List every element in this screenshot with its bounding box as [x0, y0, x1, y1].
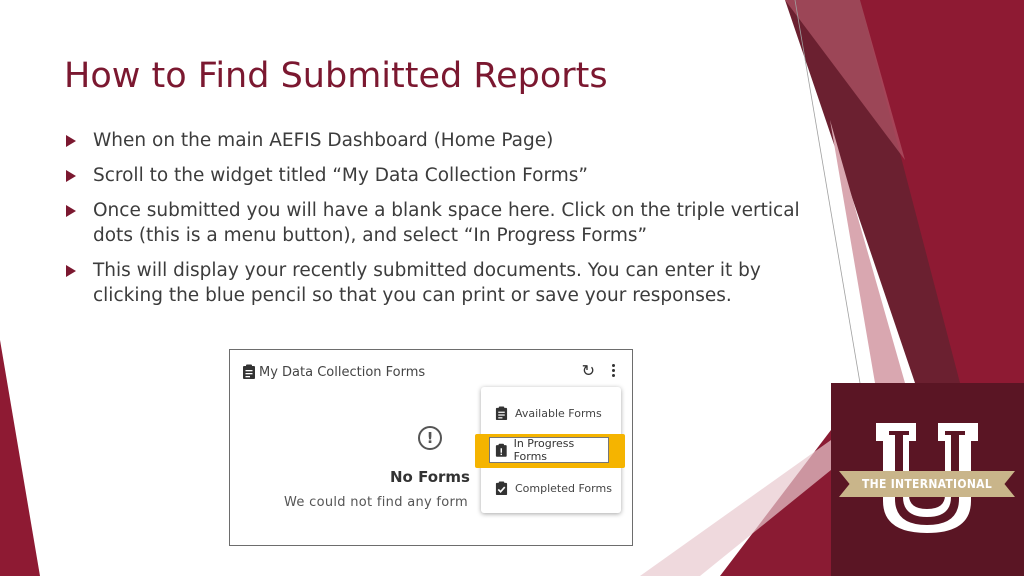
- logo-banner: THE INTERNATIONAL: [839, 471, 1015, 497]
- triangle-arrow-icon: [66, 170, 76, 182]
- bullet-list: When on the main AEFIS Dashboard (Home P…: [66, 128, 806, 318]
- university-logo: THE INTERNATIONAL: [831, 383, 1024, 576]
- bullet-item: This will display your recently submitte…: [66, 258, 806, 308]
- menu-item-completed-forms[interactable]: Completed Forms: [481, 473, 621, 503]
- menu-item-label: In Progress Forms: [513, 437, 575, 463]
- empty-state-text: We could not find any form: [284, 495, 468, 510]
- bullet-text: This will display your recently submitte…: [93, 260, 761, 306]
- menu-item-available-forms[interactable]: Available Forms: [481, 398, 621, 428]
- bullet-text: Once submitted you will have a blank spa…: [93, 200, 800, 246]
- clipboard-alert-icon: [495, 443, 507, 457]
- clipboard-icon: [243, 364, 255, 379]
- logo-banner-text: THE INTERNATIONAL: [861, 477, 993, 491]
- bullet-item: When on the main AEFIS Dashboard (Home P…: [66, 128, 806, 153]
- alert-circle-icon: !: [418, 426, 442, 450]
- widget-actions: ↻: [582, 362, 618, 379]
- bullet-item: Scroll to the widget titled “My Data Col…: [66, 163, 806, 188]
- menu-item-label: Available Forms: [515, 406, 602, 420]
- empty-state-title: No Forms: [390, 468, 470, 486]
- widget-title: My Data Collection Forms: [259, 364, 426, 380]
- widget-screenshot: My Data Collection Forms ↻ ! No Forms We…: [229, 349, 633, 546]
- slide-title: How to Find Submitted Reports: [64, 56, 608, 96]
- decor-left-band: [0, 340, 40, 576]
- refresh-icon[interactable]: ↻: [582, 362, 595, 379]
- clipboard-list-icon: [495, 406, 508, 420]
- triangle-arrow-icon: [66, 135, 76, 147]
- bullet-text: When on the main AEFIS Dashboard (Home P…: [93, 130, 554, 151]
- widget-header: My Data Collection Forms: [242, 364, 425, 380]
- triangle-arrow-icon: [66, 265, 76, 277]
- menu-item-label: Completed Forms: [515, 481, 612, 495]
- menu-item-in-progress-forms[interactable]: In Progress Forms: [489, 437, 609, 463]
- triangle-arrow-icon: [66, 205, 76, 217]
- kebab-menu-icon[interactable]: [609, 362, 618, 379]
- bullet-text: Scroll to the widget titled “My Data Col…: [93, 165, 588, 186]
- bullet-item: Once submitted you will have a blank spa…: [66, 198, 806, 248]
- clipboard-check-icon: [495, 481, 508, 495]
